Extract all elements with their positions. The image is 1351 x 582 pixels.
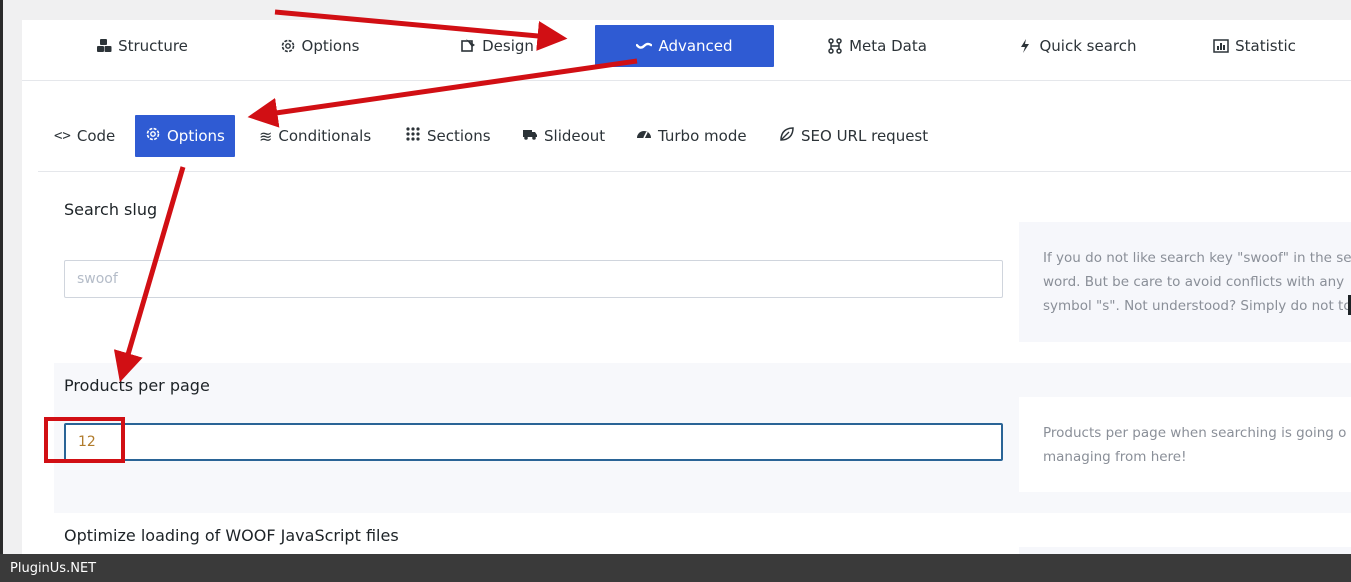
subtab-code[interactable]: <> Code — [54, 115, 115, 157]
tab-label: Statistic — [1235, 37, 1296, 55]
subtab-seo-url-request[interactable]: SEO URL request — [779, 115, 928, 157]
gear-icon — [145, 126, 161, 146]
help-line: managing from here! — [1043, 449, 1187, 465]
help-line: Products per page when searching is goin… — [1043, 425, 1347, 441]
gauge-icon — [636, 126, 652, 146]
settings-panel: Structure Options Design Advanced Meta D… — [22, 20, 1351, 554]
leaf-icon — [779, 126, 795, 146]
bolt-icon — [1017, 38, 1033, 54]
subtab-label: Turbo mode — [658, 127, 747, 145]
tab-label: Design — [482, 37, 534, 55]
subtab-label: Conditionals — [278, 127, 372, 145]
optimize-js-help — [1019, 547, 1351, 554]
subtab-label: Sections — [427, 127, 491, 145]
footer-brand: PluginUs.NET — [10, 560, 97, 576]
tab-label: Meta Data — [849, 37, 927, 55]
code-icon: <> — [54, 128, 71, 144]
wave-icon — [636, 38, 653, 54]
tab-options[interactable]: Options — [237, 25, 402, 67]
top-tab-bar: Structure Options Design Advanced Meta D… — [22, 20, 1351, 81]
subtab-label: Options — [167, 127, 225, 145]
subtab-slideout[interactable]: Slideout — [522, 115, 605, 157]
annotation-highlight-box — [44, 417, 125, 463]
help-line: word. But be care to avoid conflicts wit… — [1043, 274, 1345, 290]
paint-icon — [460, 38, 476, 54]
help-line: symbol "s". Not understood? Simply do no… — [1043, 298, 1351, 314]
waves-icon: ≋ — [259, 126, 273, 146]
tab-structure[interactable]: Structure — [62, 25, 222, 67]
tab-label: Quick search — [1039, 37, 1137, 55]
gear-icon — [280, 38, 296, 54]
tab-quick-search[interactable]: Quick search — [982, 25, 1172, 67]
search-slug-label: Search slug — [64, 200, 158, 219]
products-per-page-input[interactable]: 12 — [64, 423, 1003, 461]
subtab-sections[interactable]: Sections — [405, 115, 491, 157]
help-line: If you do not like search key "swoof" in… — [1043, 250, 1351, 266]
search-slug-help: If you do not like search key "swoof" in… — [1019, 222, 1351, 342]
subtab-turbo-mode[interactable]: Turbo mode — [636, 115, 747, 157]
search-slug-input[interactable]: swoof — [64, 260, 1003, 298]
bar-chart-icon — [1213, 38, 1229, 54]
tab-design[interactable]: Design — [417, 25, 577, 67]
tab-label: Options — [301, 37, 360, 55]
tab-statistic[interactable]: Statistic — [1182, 25, 1327, 67]
sub-tab-bar: <> Code Options ≋ Conditionals Sections … — [38, 115, 1351, 172]
optimize-js-label: Optimize loading of WOOF JavaScript file… — [64, 526, 399, 545]
tab-advanced[interactable]: Advanced — [595, 25, 774, 67]
subtab-label: SEO URL request — [801, 127, 929, 145]
tab-label: Advanced — [658, 37, 733, 55]
subtab-label: Slideout — [544, 127, 606, 145]
cubes-icon — [96, 38, 112, 54]
window-left-edge — [0, 0, 3, 554]
subtab-options[interactable]: Options — [135, 115, 235, 157]
grid-icon — [405, 126, 421, 146]
network-icon — [827, 38, 843, 54]
products-per-page-help: Products per page when searching is goin… — [1019, 397, 1351, 492]
tab-label: Structure — [118, 37, 188, 55]
truck-icon — [522, 126, 538, 146]
subtab-conditionals[interactable]: ≋ Conditionals — [259, 115, 371, 157]
tab-meta-data[interactable]: Meta Data — [792, 25, 962, 67]
footer-bar: PluginUs.NET — [0, 554, 1351, 582]
subtab-label: Code — [76, 127, 116, 145]
products-per-page-label: Products per page — [64, 376, 210, 395]
